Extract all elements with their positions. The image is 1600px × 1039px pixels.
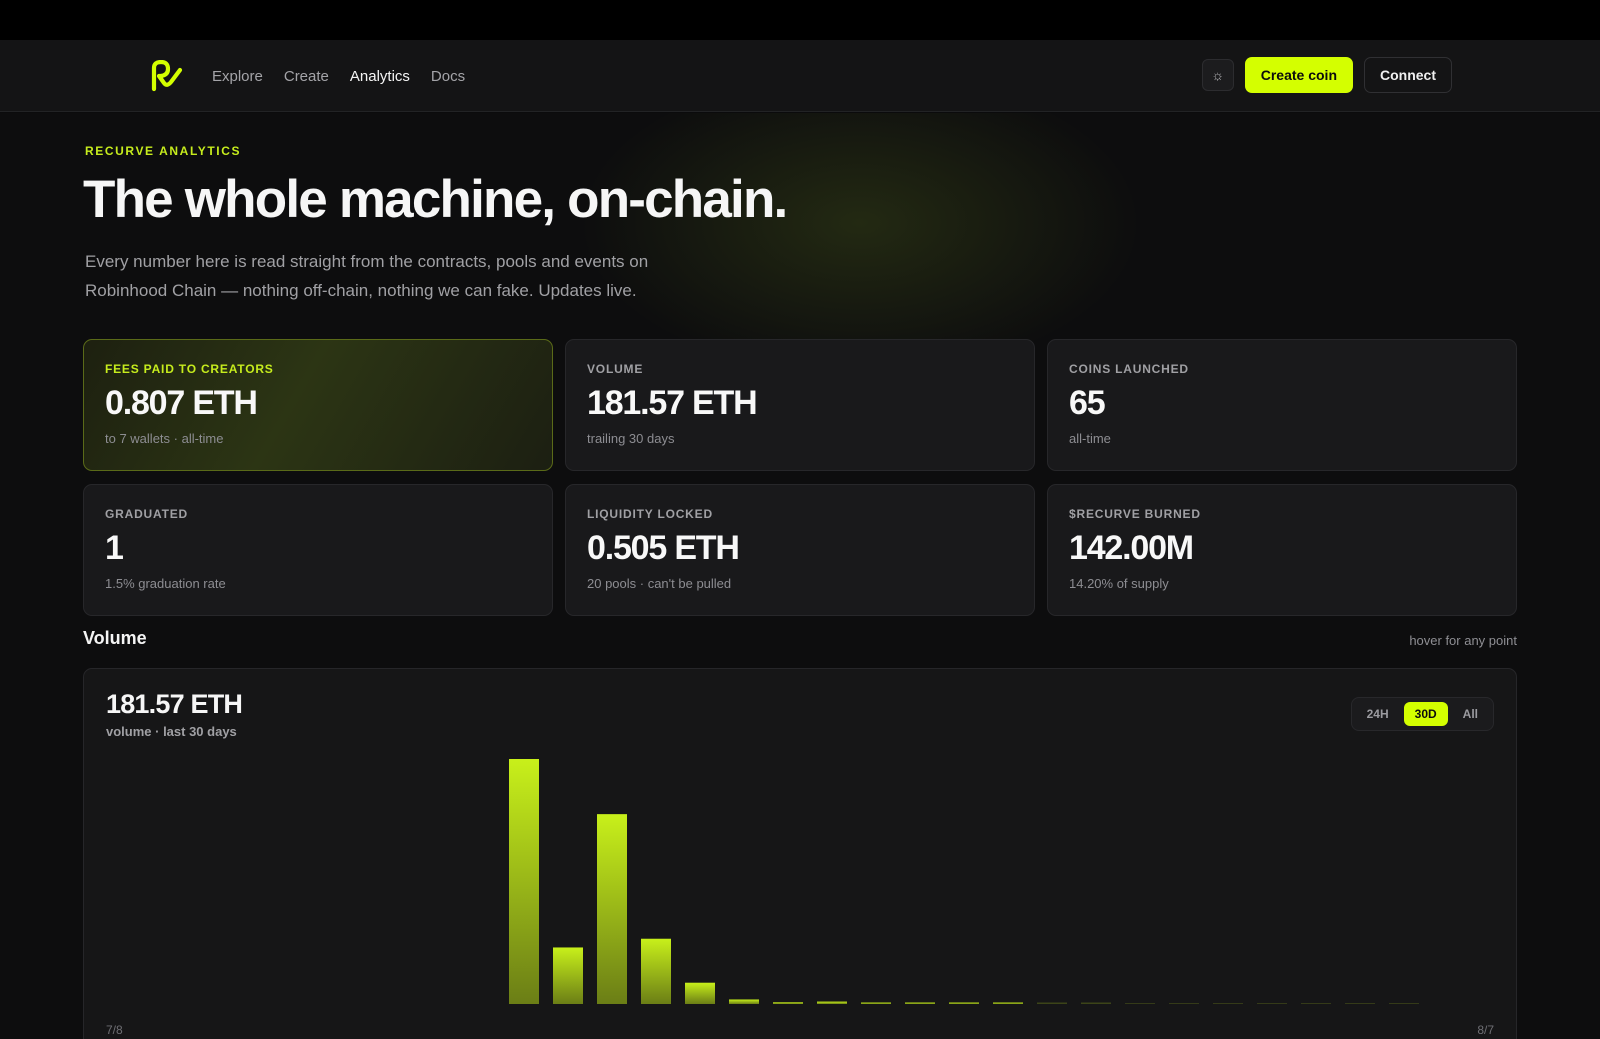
nav-actions: ☼ Create coin Connect bbox=[1201, 57, 1452, 93]
stat-label: GRADUATED bbox=[105, 507, 188, 521]
stat-card-coins-launched: COINS LAUNCHED 65 all-time bbox=[1047, 339, 1517, 471]
stat-card-volume: VOLUME 181.57 ETH trailing 30 days bbox=[565, 339, 1035, 471]
volume-bar[interactable] bbox=[1257, 1003, 1287, 1004]
page-eyebrow: RECURVE ANALYTICS bbox=[85, 144, 242, 158]
volume-bar[interactable] bbox=[1125, 1003, 1155, 1004]
connect-wallet-button[interactable]: Connect bbox=[1364, 57, 1452, 93]
stats-grid: FEES PAID TO CREATORS 0.807 ETH to 7 wal… bbox=[83, 339, 1517, 616]
volume-bar[interactable] bbox=[1037, 1002, 1067, 1005]
stat-value: 0.807 ETH bbox=[105, 384, 258, 422]
volume-bar[interactable] bbox=[1345, 1003, 1375, 1004]
nav-link-explore[interactable]: Explore bbox=[212, 68, 263, 85]
volume-bar[interactable] bbox=[509, 759, 539, 1004]
volume-caption: volume · last 30 days bbox=[106, 724, 237, 739]
volume-section-title: Volume bbox=[83, 628, 147, 648]
stat-label: $RECURVE BURNED bbox=[1069, 507, 1201, 521]
volume-total: 181.57 ETH bbox=[106, 689, 243, 719]
stat-label: LIQUIDITY LOCKED bbox=[587, 507, 713, 521]
theme-toggle-button[interactable]: ☼ bbox=[1201, 59, 1234, 91]
stat-card-graduated: GRADUATED 1 1.5% graduation rate bbox=[83, 484, 553, 616]
range-button-all[interactable]: All bbox=[1452, 702, 1489, 726]
volume-chart-panel[interactable]: 181.57 ETH volume · last 30 days 24H 30D A… bbox=[83, 668, 1517, 1039]
volume-bar[interactable] bbox=[1301, 1003, 1331, 1004]
volume-bar[interactable] bbox=[905, 1002, 935, 1005]
stat-label: COINS LAUNCHED bbox=[1069, 362, 1189, 376]
stat-card-fees: FEES PAID TO CREATORS 0.807 ETH to 7 wal… bbox=[83, 339, 553, 471]
range-selector: 24H 30D All bbox=[1350, 697, 1494, 731]
page-title: The whole machine, on-chain. bbox=[83, 170, 788, 229]
range-button-30d[interactable]: 30D bbox=[1403, 702, 1448, 726]
stat-sub: 14.20% of supply bbox=[1069, 576, 1169, 591]
volume-bar[interactable] bbox=[685, 982, 715, 1004]
recurve-logo-icon[interactable] bbox=[150, 60, 184, 92]
stat-sub: all-time bbox=[1069, 431, 1111, 446]
volume-bar[interactable] bbox=[1169, 1003, 1199, 1004]
volume-bar[interactable] bbox=[861, 1002, 891, 1005]
volume-bar[interactable] bbox=[993, 1002, 1023, 1005]
volume-bar[interactable] bbox=[1389, 1003, 1419, 1004]
main-nav: Explore Create Analytics Docs bbox=[212, 40, 465, 112]
volume-hover-hint: hover for any point bbox=[1409, 633, 1517, 648]
volume-bar[interactable] bbox=[773, 1002, 803, 1004]
volume-bar[interactable] bbox=[553, 947, 583, 1004]
range-button-24h[interactable]: 24H bbox=[1356, 702, 1400, 726]
volume-bar[interactable] bbox=[1213, 1003, 1243, 1004]
stat-value: 1 bbox=[105, 529, 124, 567]
nav-link-analytics[interactable]: Analytics bbox=[350, 68, 410, 85]
stat-label: VOLUME bbox=[587, 362, 644, 376]
volume-bar[interactable] bbox=[597, 814, 627, 1004]
x-axis-start-label: 7/8 bbox=[106, 1023, 123, 1037]
create-coin-button[interactable]: Create coin bbox=[1244, 57, 1353, 93]
nav-link-docs[interactable]: Docs bbox=[431, 68, 465, 85]
page-subtitle: Every number here is read straight from … bbox=[85, 252, 649, 300]
stat-sub: 1.5% graduation rate bbox=[105, 576, 226, 591]
stat-value: 181.57 ETH bbox=[587, 384, 758, 422]
stat-sub: 20 pools · can't be pulled bbox=[587, 576, 732, 591]
stat-value: 142.00M bbox=[1069, 529, 1194, 567]
volume-bar[interactable] bbox=[641, 938, 671, 1004]
x-axis-end-label: 8/7 bbox=[1477, 1023, 1494, 1037]
stat-label: FEES PAID TO CREATORS bbox=[105, 362, 274, 376]
sun-icon: ☼ bbox=[1211, 67, 1225, 83]
volume-bar[interactable] bbox=[729, 999, 759, 1004]
volume-bar[interactable] bbox=[817, 1001, 847, 1004]
stat-card-recurve-burned: $RECURVE BURNED 142.00M 14.20% of supply bbox=[1047, 484, 1517, 616]
volume-bar[interactable] bbox=[949, 1002, 979, 1005]
stat-value: 0.505 ETH bbox=[587, 529, 740, 567]
volume-bar-chart[interactable] bbox=[84, 749, 1518, 1039]
stat-sub: trailing 30 days bbox=[587, 431, 675, 446]
stat-card-liquidity-locked: LIQUIDITY LOCKED 0.505 ETH 20 pools · ca… bbox=[565, 484, 1035, 616]
navbar: Explore Create Analytics Docs ☼ Create coin… bbox=[0, 40, 1600, 112]
volume-bar[interactable] bbox=[1081, 1002, 1111, 1005]
top-black-strip bbox=[0, 0, 1600, 40]
stat-value: 65 bbox=[1069, 384, 1106, 422]
nav-link-create[interactable]: Create bbox=[284, 68, 329, 85]
analytics-page: RECURVE ANALYTICS The whole machine, on-… bbox=[0, 113, 1600, 1039]
stat-sub: to 7 wallets · all-time bbox=[105, 431, 224, 446]
